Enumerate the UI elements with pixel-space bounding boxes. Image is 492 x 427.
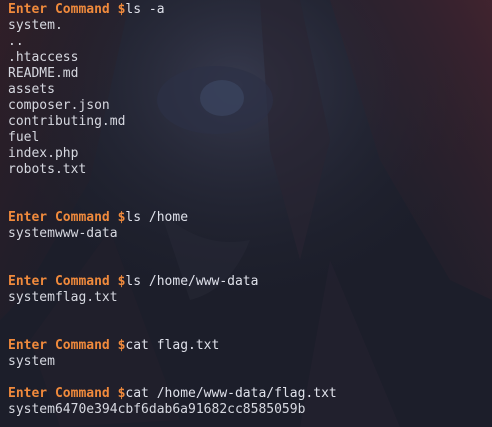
prompt: Enter Command $ bbox=[8, 274, 126, 289]
command-text: ls -a bbox=[125, 2, 165, 17]
prompt: Enter Command $ bbox=[8, 2, 126, 17]
output-line: README.md bbox=[8, 66, 79, 81]
terminal-output: Enter Command $ls -a system. .. .htacces… bbox=[8, 2, 488, 418]
command-line: Enter Command $cat /home/www-data/flag.t… bbox=[8, 386, 488, 402]
command-line: Enter Command $ls /home bbox=[8, 210, 488, 226]
output-line: assets bbox=[8, 82, 55, 97]
output-line: system6470e394cbf6dab6a91682cc8585059b bbox=[8, 402, 306, 417]
output-line: robots.txt bbox=[8, 162, 87, 177]
output-line: .. bbox=[8, 34, 24, 49]
output-line: composer.json bbox=[8, 98, 110, 113]
output-line: system bbox=[8, 354, 55, 369]
command-text: cat flag.txt bbox=[125, 338, 220, 353]
output-line: systemflag.txt bbox=[8, 290, 118, 305]
output-line: system. bbox=[8, 18, 63, 33]
command-text: ls /home/www-data bbox=[125, 274, 259, 289]
prompt: Enter Command $ bbox=[8, 386, 126, 401]
output-line: systemwww-data bbox=[8, 226, 118, 241]
output-line: fuel bbox=[8, 130, 40, 145]
prompt: Enter Command $ bbox=[8, 210, 126, 225]
output-line: index.php bbox=[8, 146, 79, 161]
prompt: Enter Command $ bbox=[8, 338, 126, 353]
command-line: Enter Command $ls /home/www-data bbox=[8, 274, 488, 290]
output-line: .htaccess bbox=[8, 50, 79, 65]
output-line: contributing.md bbox=[8, 114, 126, 129]
command-line: Enter Command $cat flag.txt bbox=[8, 338, 488, 354]
command-text: cat /home/www-data/flag.txt bbox=[125, 386, 337, 401]
command-text: ls /home bbox=[125, 210, 189, 225]
command-line: Enter Command $ls -a bbox=[8, 2, 488, 18]
